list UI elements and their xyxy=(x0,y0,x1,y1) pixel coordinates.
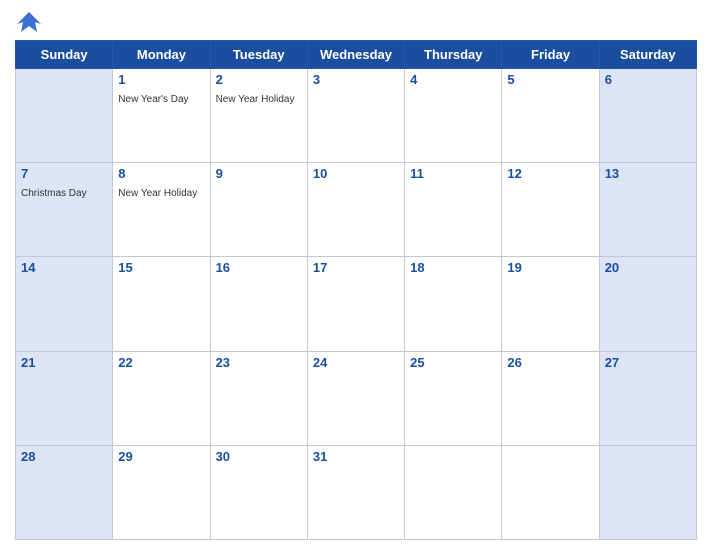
calendar-week-4: 21 22 23 24 25 26 27 xyxy=(16,351,697,445)
day-event: New Year's Day xyxy=(118,94,188,105)
calendar-cell: 3 xyxy=(307,69,404,163)
day-number: 28 xyxy=(21,449,107,464)
calendar-cell xyxy=(599,445,696,539)
calendar-week-2: 7 Christmas Day 8 New Year Holiday 9 10 11 12 13 xyxy=(16,163,697,257)
calendar-cell: 21 xyxy=(16,351,113,445)
day-number: 12 xyxy=(507,166,593,181)
day-number: 21 xyxy=(21,355,107,370)
calendar-cell: 26 xyxy=(502,351,599,445)
day-number: 30 xyxy=(216,449,302,464)
calendar-cell: 14 xyxy=(16,257,113,351)
calendar-cell: 30 xyxy=(210,445,307,539)
day-number: 26 xyxy=(507,355,593,370)
day-number: 1 xyxy=(118,72,204,87)
day-number: 7 xyxy=(21,166,107,181)
day-number: 6 xyxy=(605,72,691,87)
calendar-cell: 11 xyxy=(405,163,502,257)
calendar-cell xyxy=(502,445,599,539)
calendar-week-1: 1 New Year's Day 2 New Year Holiday 3456 xyxy=(16,69,697,163)
calendar-cell: 6 xyxy=(599,69,696,163)
calendar-cell: 16 xyxy=(210,257,307,351)
weekday-header-monday: Monday xyxy=(113,41,210,69)
day-event: New Year Holiday xyxy=(216,94,295,105)
day-number: 14 xyxy=(21,260,107,275)
day-number: 18 xyxy=(410,260,496,275)
day-number: 31 xyxy=(313,449,399,464)
logo xyxy=(15,10,47,34)
day-number: 29 xyxy=(118,449,204,464)
calendar-cell xyxy=(405,445,502,539)
day-number: 8 xyxy=(118,166,204,181)
day-number: 19 xyxy=(507,260,593,275)
calendar-cell: 25 xyxy=(405,351,502,445)
day-number: 25 xyxy=(410,355,496,370)
calendar-week-5: 28 29 30 31 xyxy=(16,445,697,539)
calendar-cell: 20 xyxy=(599,257,696,351)
calendar-cell: 12 xyxy=(502,163,599,257)
calendar-cell: 18 xyxy=(405,257,502,351)
day-number: 11 xyxy=(410,166,496,181)
calendar-cell: 5 xyxy=(502,69,599,163)
weekday-header-saturday: Saturday xyxy=(599,41,696,69)
calendar-cell: 1 New Year's Day xyxy=(113,69,210,163)
calendar-cell: 15 xyxy=(113,257,210,351)
calendar-cell: 22 xyxy=(113,351,210,445)
calendar-cell: 2 New Year Holiday xyxy=(210,69,307,163)
calendar-cell: 17 xyxy=(307,257,404,351)
day-event: New Year Holiday xyxy=(118,188,197,199)
calendar-table: SundayMondayTuesdayWednesdayThursdayFrid… xyxy=(15,40,697,540)
day-number: 24 xyxy=(313,355,399,370)
calendar-week-3: 14 15 16 17 18 19 20 xyxy=(16,257,697,351)
day-number: 10 xyxy=(313,166,399,181)
calendar-cell: 29 xyxy=(113,445,210,539)
calendar-cell: 4 xyxy=(405,69,502,163)
weekday-header-friday: Friday xyxy=(502,41,599,69)
calendar-cell: 27 xyxy=(599,351,696,445)
calendar-header-row: SundayMondayTuesdayWednesdayThursdayFrid… xyxy=(16,41,697,69)
day-number: 3 xyxy=(313,72,399,87)
calendar-cell: 19 xyxy=(502,257,599,351)
weekday-header-tuesday: Tuesday xyxy=(210,41,307,69)
calendar-cell: 23 xyxy=(210,351,307,445)
day-number: 23 xyxy=(216,355,302,370)
calendar-cell: 9 xyxy=(210,163,307,257)
weekday-header-sunday: Sunday xyxy=(16,41,113,69)
day-event: Christmas Day xyxy=(21,188,87,199)
calendar-header xyxy=(15,10,697,34)
day-number: 4 xyxy=(410,72,496,87)
day-number: 20 xyxy=(605,260,691,275)
calendar-cell: 8 New Year Holiday xyxy=(113,163,210,257)
calendar-cell: 28 xyxy=(16,445,113,539)
weekday-header-wednesday: Wednesday xyxy=(307,41,404,69)
calendar-cell: 7 Christmas Day xyxy=(16,163,113,257)
day-number: 27 xyxy=(605,355,691,370)
day-number: 22 xyxy=(118,355,204,370)
logo-bird-icon xyxy=(15,10,43,34)
day-number: 16 xyxy=(216,260,302,275)
calendar-cell: 24 xyxy=(307,351,404,445)
day-number: 15 xyxy=(118,260,204,275)
calendar-body: 1 New Year's Day 2 New Year Holiday 3456 7 Chr… xyxy=(16,69,697,540)
day-number: 17 xyxy=(313,260,399,275)
calendar-cell xyxy=(16,69,113,163)
day-number: 2 xyxy=(216,72,302,87)
day-number: 9 xyxy=(216,166,302,181)
calendar-cell: 31 xyxy=(307,445,404,539)
calendar-cell: 10 xyxy=(307,163,404,257)
day-number: 13 xyxy=(605,166,691,181)
calendar-cell: 13 xyxy=(599,163,696,257)
weekday-header-thursday: Thursday xyxy=(405,41,502,69)
day-number: 5 xyxy=(507,72,593,87)
